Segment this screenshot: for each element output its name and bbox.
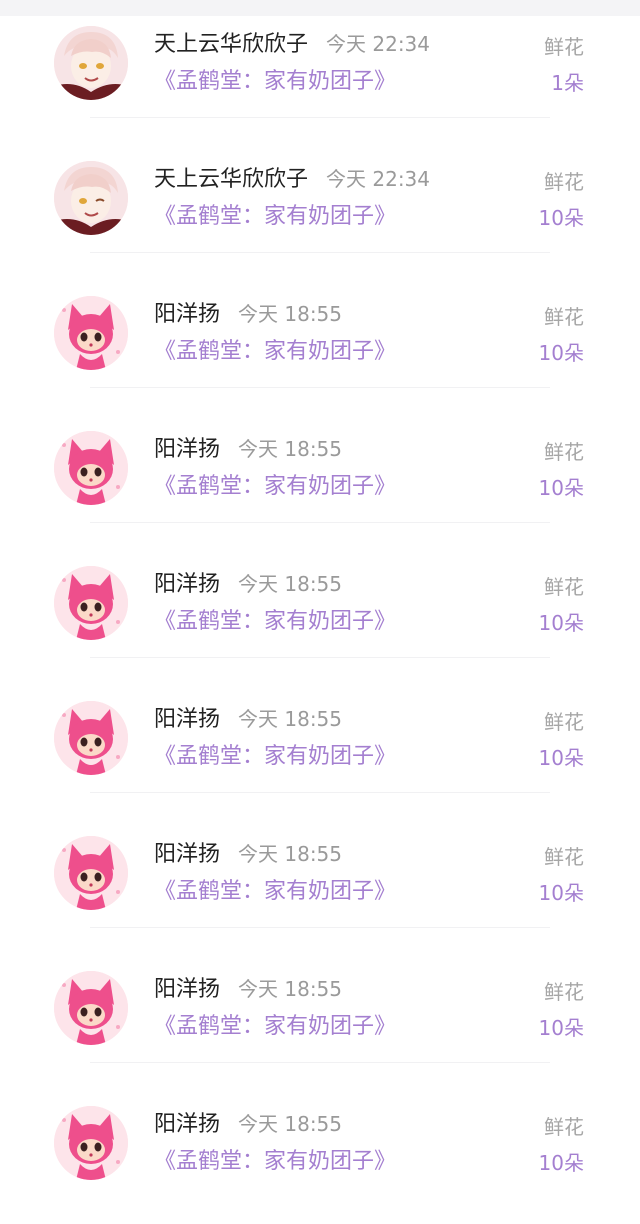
gift-count: 10朵: [538, 1151, 584, 1175]
gift-type-label: 鲜花: [544, 710, 584, 734]
gift-count: 10朵: [538, 881, 584, 905]
gift-record-row[interactable]: 阳洋扬 今天 18:55 《孟鹤堂：家有奶团子》 鲜花 10朵: [0, 549, 640, 684]
user-name-text[interactable]: 天上云华欣欣子: [154, 32, 308, 57]
gift-type-label: 鲜花: [544, 1115, 584, 1139]
book-title-link[interactable]: 《孟鹤堂：家有奶团子》: [154, 1147, 396, 1177]
gift-record-row[interactable]: 天上云华欣欣子 今天 22:34 《孟鹤堂：家有奶团子》 鲜花 1朵: [0, 9, 640, 144]
row-divider: [90, 657, 550, 658]
user-name[interactable]: 阳洋扬 今天 18:55: [154, 299, 342, 330]
gift-time: 今天 18:55: [238, 437, 343, 461]
pink-fox-avatar[interactable]: [54, 971, 128, 1045]
gift-record-row[interactable]: 阳洋扬 今天 18:55 《孟鹤堂：家有奶团子》 鲜花 10朵: [0, 279, 640, 414]
gift-time: 今天 18:55: [238, 302, 343, 326]
book-title-link[interactable]: 《孟鹤堂：家有奶团子》: [154, 202, 396, 232]
gift-type-label: 鲜花: [544, 170, 584, 194]
gift-type-label: 鲜花: [544, 440, 584, 464]
row-divider: [90, 1062, 550, 1063]
gift-type-label: 鲜花: [544, 575, 584, 599]
user-name[interactable]: 天上云华欣欣子 今天 22:34: [154, 29, 430, 60]
pink-fox-avatar[interactable]: [54, 1106, 128, 1180]
gift-time: 今天 18:55: [238, 572, 343, 596]
gift-time: 今天 22:34: [326, 167, 431, 191]
gift-type-label: 鲜花: [544, 305, 584, 329]
row-divider: [90, 927, 550, 928]
gift-count: 10朵: [538, 611, 584, 635]
gift-count: 10朵: [538, 341, 584, 365]
pink-fox-avatar[interactable]: [54, 836, 128, 910]
user-name[interactable]: 阳洋扬 今天 18:55: [154, 974, 342, 1005]
book-title-link[interactable]: 《孟鹤堂：家有奶团子》: [154, 607, 396, 637]
pink-fox-avatar[interactable]: [54, 701, 128, 775]
gift-type-label: 鲜花: [544, 845, 584, 869]
user-name[interactable]: 阳洋扬 今天 18:55: [154, 434, 342, 465]
book-title-link[interactable]: 《孟鹤堂：家有奶团子》: [154, 472, 396, 502]
row-divider: [90, 252, 550, 253]
user-name[interactable]: 阳洋扬 今天 18:55: [154, 1109, 342, 1140]
gift-record-list: 天上云华欣欣子 今天 22:34 《孟鹤堂：家有奶团子》 鲜花 1朵 天上云华欣欣…: [0, 9, 640, 1224]
book-title-link[interactable]: 《孟鹤堂：家有奶团子》: [154, 742, 396, 772]
user-name-text[interactable]: 阳洋扬: [154, 572, 220, 597]
user-name[interactable]: 阳洋扬 今天 18:55: [154, 704, 342, 735]
row-divider: [90, 117, 550, 118]
row-divider: [90, 387, 550, 388]
book-title-link[interactable]: 《孟鹤堂：家有奶团子》: [154, 67, 396, 97]
gift-time: 今天 18:55: [238, 842, 343, 866]
pink-fox-avatar[interactable]: [54, 431, 128, 505]
user-name[interactable]: 天上云华欣欣子 今天 22:34: [154, 164, 430, 195]
gift-type-label: 鲜花: [544, 980, 584, 1004]
user-name-text[interactable]: 阳洋扬: [154, 302, 220, 327]
gift-record-row[interactable]: 阳洋扬 今天 18:55 《孟鹤堂：家有奶团子》 鲜花 10朵: [0, 414, 640, 549]
gift-count: 10朵: [538, 1016, 584, 1040]
gift-record-row[interactable]: 阳洋扬 今天 18:55 《孟鹤堂：家有奶团子》 鲜花 10朵: [0, 819, 640, 954]
book-title-link[interactable]: 《孟鹤堂：家有奶团子》: [154, 1012, 396, 1042]
gift-time: 今天 18:55: [238, 1112, 343, 1136]
row-divider: [90, 792, 550, 793]
gift-count: 10朵: [538, 476, 584, 500]
pink-fox-avatar[interactable]: [54, 566, 128, 640]
gift-count: 1朵: [551, 71, 584, 95]
user-name-text[interactable]: 阳洋扬: [154, 707, 220, 732]
gift-time: 今天 22:34: [326, 32, 431, 56]
row-divider: [90, 522, 550, 523]
gift-record-row[interactable]: 阳洋扬 今天 18:55 《孟鹤堂：家有奶团子》 鲜花 10朵: [0, 954, 640, 1089]
gift-record-row[interactable]: 天上云华欣欣子 今天 22:34 《孟鹤堂：家有奶团子》 鲜花 10朵: [0, 144, 640, 279]
gift-count: 10朵: [538, 746, 584, 770]
gift-time: 今天 18:55: [238, 977, 343, 1001]
user-name-text[interactable]: 阳洋扬: [154, 1112, 220, 1137]
gift-type-label: 鲜花: [544, 35, 584, 59]
user-name-text[interactable]: 阳洋扬: [154, 977, 220, 1002]
anime-boy-avatar[interactable]: [54, 161, 128, 235]
user-name[interactable]: 阳洋扬 今天 18:55: [154, 569, 342, 600]
anime-boy-avatar[interactable]: [54, 26, 128, 100]
book-title-link[interactable]: 《孟鹤堂：家有奶团子》: [154, 337, 396, 367]
user-name-text[interactable]: 天上云华欣欣子: [154, 167, 308, 192]
user-name-text[interactable]: 阳洋扬: [154, 437, 220, 462]
user-name-text[interactable]: 阳洋扬: [154, 842, 220, 867]
book-title-link[interactable]: 《孟鹤堂：家有奶团子》: [154, 877, 396, 907]
pink-fox-avatar[interactable]: [54, 296, 128, 370]
gift-record-row[interactable]: 阳洋扬 今天 18:55 《孟鹤堂：家有奶团子》 鲜花 10朵: [0, 1089, 640, 1224]
gift-record-row[interactable]: 阳洋扬 今天 18:55 《孟鹤堂：家有奶团子》 鲜花 10朵: [0, 684, 640, 819]
gift-count: 10朵: [538, 206, 584, 230]
gift-time: 今天 18:55: [238, 707, 343, 731]
user-name[interactable]: 阳洋扬 今天 18:55: [154, 839, 342, 870]
